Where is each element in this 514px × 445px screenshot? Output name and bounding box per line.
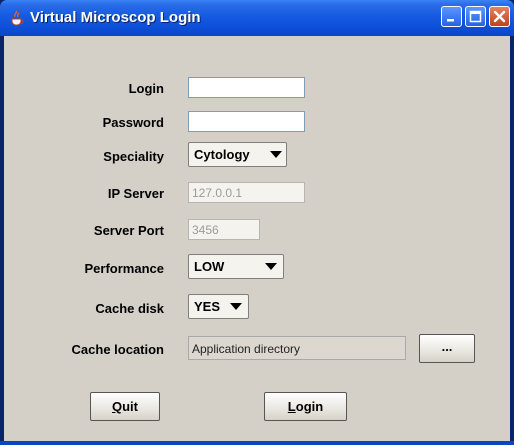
cache-disk-label: Cache disk bbox=[95, 301, 164, 316]
speciality-value: Cytology bbox=[194, 147, 250, 162]
minimize-icon bbox=[447, 19, 454, 22]
server-port-input bbox=[188, 219, 260, 240]
minimize-button[interactable] bbox=[441, 6, 462, 27]
browse-button[interactable]: ... bbox=[419, 334, 475, 363]
window-bottom-border bbox=[0, 441, 514, 445]
close-button[interactable] bbox=[489, 6, 510, 27]
quit-button[interactable]: Quit bbox=[90, 392, 160, 421]
performance-value: LOW bbox=[194, 259, 225, 274]
title-bar[interactable]: Virtual Microscop Login bbox=[0, 0, 514, 36]
maximize-icon bbox=[469, 10, 482, 23]
cache-disk-value: YES bbox=[194, 299, 221, 314]
window-title: Virtual Microscop Login bbox=[30, 9, 201, 26]
ip-server-input bbox=[188, 182, 305, 203]
quit-label: uit bbox=[122, 399, 138, 414]
chevron-down-icon bbox=[265, 263, 277, 270]
password-label: Password bbox=[102, 115, 164, 130]
chevron-down-icon bbox=[270, 151, 282, 158]
speciality-dropdown[interactable]: Cytology bbox=[188, 142, 287, 167]
login-label: Login bbox=[128, 81, 164, 96]
ip-server-label: IP Server bbox=[107, 186, 164, 201]
login-button[interactable]: Login bbox=[264, 392, 347, 421]
login-mnemonic: L bbox=[287, 399, 296, 414]
speciality-label: Speciality bbox=[103, 149, 164, 164]
close-icon bbox=[493, 10, 506, 23]
login-button-label: ogin bbox=[295, 399, 324, 414]
java-cup-icon bbox=[11, 10, 24, 26]
performance-dropdown[interactable]: LOW bbox=[188, 254, 284, 279]
password-input[interactable] bbox=[188, 111, 305, 132]
login-input[interactable] bbox=[188, 77, 305, 98]
performance-label: Performance bbox=[84, 261, 164, 276]
chevron-down-icon bbox=[230, 303, 242, 310]
server-port-label: Server Port bbox=[93, 223, 164, 238]
cache-disk-dropdown[interactable]: YES bbox=[188, 294, 249, 319]
quit-mnemonic: Q bbox=[111, 399, 123, 414]
login-window: Virtual Microscop Login Login Password S… bbox=[0, 0, 514, 445]
login-form-panel: Login Password Speciality Cytology IP Se… bbox=[4, 36, 510, 445]
maximize-button[interactable] bbox=[465, 6, 486, 27]
cache-location-input bbox=[188, 336, 406, 360]
cache-location-label: Cache location bbox=[71, 342, 164, 357]
